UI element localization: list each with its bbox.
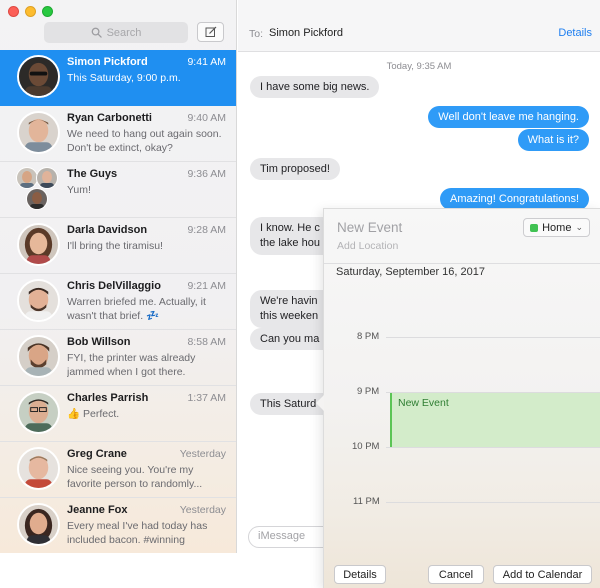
avatar (17, 279, 60, 322)
conversation-preview: Warren briefed me. Actually, it wasn't t… (67, 296, 206, 322)
conversation-name: Simon Pickford (67, 56, 148, 68)
conversation-time: 9:36 AM (187, 168, 226, 180)
hour-row: 8 PM (324, 331, 600, 342)
conversation-item-chris-delvillaggio[interactable]: Chris DelVillaggio 9:21 AM Warren briefe… (0, 274, 236, 330)
message-bubble-outgoing: What is it? (517, 129, 589, 151)
event-date: Saturday, September 16, 2017 (336, 266, 486, 278)
calendar-color-icon (530, 223, 539, 232)
event-block-label: New Event (398, 397, 449, 409)
event-title-input[interactable]: New Event (337, 220, 402, 235)
conversation-item-charles-parrish[interactable]: Charles Parrish 1:37 AM 👍 Perfect. (0, 386, 236, 442)
avatar (17, 111, 60, 154)
search-icon (91, 27, 102, 38)
hour-line (386, 337, 600, 338)
conversation-time: 9:41 AM (187, 56, 226, 68)
message-line: I know. He c (260, 222, 320, 234)
conversation-time: 9:40 AM (187, 112, 226, 124)
hour-label: 9 PM (357, 386, 380, 397)
zoom-window-button[interactable] (42, 6, 53, 17)
conversation-preview: Nice seeing you. You're my favorite pers… (67, 464, 203, 490)
conversation-preview: Every meal I've had today has included b… (67, 520, 208, 546)
compose-icon (205, 26, 216, 37)
minimize-window-button[interactable] (25, 6, 36, 17)
conversation-item-bob-willson[interactable]: Bob Willson 8:58 AM FYI, the printer was… (0, 330, 236, 386)
avatar (36, 167, 58, 189)
conversation-preview: 👍 Perfect. (67, 408, 120, 420)
conversation-preview: Yum! (67, 184, 91, 196)
message-bubble-incoming: I have some big news. (250, 76, 380, 98)
divider (324, 263, 600, 264)
details-link[interactable]: Details (558, 27, 592, 39)
conversation-name: Darla Davidson (67, 224, 148, 236)
conversation-time: 9:21 AM (187, 280, 226, 292)
add-to-calendar-button[interactable]: Add to Calendar (493, 565, 592, 584)
avatar (17, 335, 60, 378)
conversation-preview: We need to hang out again soon. Don't be… (67, 128, 222, 154)
avatar (17, 447, 60, 490)
group-avatar (16, 167, 62, 213)
message-line: We're havin (260, 295, 318, 307)
hour-label: 11 PM (353, 496, 380, 507)
avatar (17, 55, 60, 98)
message-line: the lake hou (260, 237, 320, 249)
conversation-sidebar: Search Simon Pickford 9:41 AM This Satur… (0, 0, 237, 553)
message-bubble-outgoing: Amazing! Congratulations! (439, 188, 589, 210)
conversation-time: 8:58 AM (187, 336, 226, 348)
avatar (17, 391, 60, 434)
hour-row: 10 PM (324, 441, 600, 452)
conversation-item-darla-davidson[interactable]: Darla Davidson 9:28 AM I'll bring the ti… (0, 218, 236, 274)
conversation-name: Greg Crane (67, 448, 127, 460)
event-block[interactable]: New Event (390, 393, 600, 447)
compose-button[interactable] (197, 22, 224, 42)
avatar (26, 188, 48, 210)
cancel-button[interactable]: Cancel (428, 565, 484, 584)
calendar-name: Home (542, 221, 572, 234)
conversation-item-the-guys[interactable]: The Guys 9:36 AM Yum! (0, 162, 236, 218)
conversation-name: Jeanne Fox (67, 504, 128, 516)
conversation-item-greg-crane[interactable]: Greg Crane Yesterday Nice seeing you. Yo… (0, 442, 236, 498)
conversation-item-jeanne-fox[interactable]: Jeanne Fox Yesterday Every meal I've had… (0, 498, 236, 553)
conversation-time: Yesterday (179, 448, 226, 460)
conversation-time: 9:28 AM (187, 224, 226, 236)
popover-arrow (316, 395, 324, 411)
to-label: To: (249, 28, 264, 40)
conversation-preview: I'll bring the tiramisu! (67, 240, 163, 252)
conversation-preview: This Saturday, 9:00 p.m. (67, 72, 181, 84)
conversation-time: Yesterday (179, 504, 226, 516)
conversation-preview: FYI, the printer was already jammed when… (67, 352, 196, 378)
new-event-popover: New Event Add Location Home ⌄ Saturday, … (316, 208, 600, 588)
hour-row: 11 PM (324, 496, 600, 507)
search-field[interactable]: Search (44, 22, 188, 43)
conversation-name: Bob Willson (67, 336, 131, 348)
avatar (17, 503, 60, 546)
hour-label: 8 PM (357, 331, 380, 342)
conversation-list: Simon Pickford 9:41 AM This Saturday, 9:… (0, 50, 236, 553)
message-timestamp: Today, 9:35 AM (386, 61, 452, 72)
calendar-selector[interactable]: Home ⌄ (523, 218, 590, 237)
conversation-name: Ryan Carbonetti (67, 112, 152, 124)
conversation-name: The Guys (67, 168, 118, 180)
avatar (16, 167, 38, 189)
conversation-item-ryan-carbonetti[interactable]: Ryan Carbonetti 9:40 AM We need to hang … (0, 106, 236, 162)
chevron-down-icon: ⌄ (575, 222, 583, 232)
conversation-item-simon-pickford[interactable]: Simon Pickford 9:41 AM This Saturday, 9:… (0, 50, 236, 106)
location-input[interactable]: Add Location (337, 240, 398, 252)
hour-line (386, 502, 600, 503)
recipient-name[interactable]: Simon Pickford (269, 27, 343, 39)
close-window-button[interactable] (8, 6, 19, 17)
message-bubble-incoming: Tim proposed! (250, 158, 340, 180)
conversation-name: Charles Parrish (67, 392, 149, 404)
hour-line (386, 447, 600, 448)
conversation-time: 1:37 AM (187, 392, 226, 404)
hour-label: 10 PM (352, 441, 380, 452)
chat-header: To: Simon Pickford Details (238, 0, 600, 52)
avatar (17, 223, 60, 266)
search-placeholder: Search (106, 26, 142, 39)
window-controls (8, 6, 53, 17)
message-bubble-outgoing: Well don't leave me hanging. (428, 106, 589, 128)
conversation-name: Chris DelVillaggio (67, 280, 161, 292)
details-button[interactable]: Details (334, 565, 386, 584)
message-line: this weeken (260, 310, 319, 322)
